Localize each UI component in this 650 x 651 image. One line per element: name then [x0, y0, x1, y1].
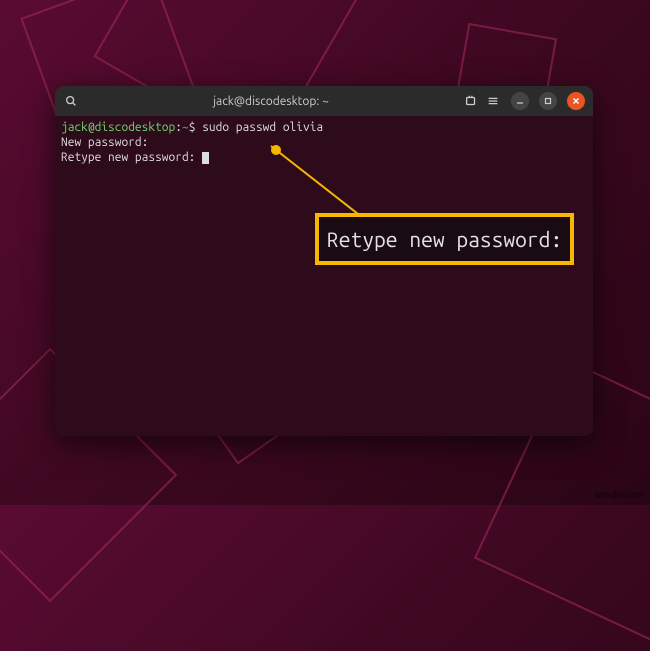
watermark: wsxdn.com	[594, 490, 644, 501]
search-icon[interactable]	[63, 93, 79, 109]
prompt-dollar: $	[189, 121, 196, 134]
callout-dot	[271, 145, 281, 155]
prompt-colon: :	[175, 121, 182, 134]
prompt-path: ~	[182, 121, 189, 134]
terminal-line: Retype new password:	[61, 150, 587, 165]
terminal-line: New password:	[61, 135, 587, 150]
maximize-button[interactable]	[539, 92, 557, 110]
terminal-body[interactable]: jack@discodesktop:~$ sudo passwd olivia …	[55, 116, 593, 436]
callout-text: Retype new password:	[327, 227, 562, 251]
window-title: jack@discodesktop: ~	[85, 95, 457, 108]
hamburger-menu-icon[interactable]	[485, 93, 501, 109]
callout-box: Retype new password:	[315, 213, 574, 265]
cursor-icon	[202, 152, 209, 164]
terminal-output: Retype new password:	[61, 151, 195, 164]
close-button[interactable]	[567, 92, 585, 110]
titlebar: jack@discodesktop: ~	[55, 86, 593, 116]
minimize-button[interactable]	[511, 92, 529, 110]
new-tab-icon[interactable]	[463, 93, 479, 109]
terminal-line: jack@discodesktop:~$ sudo passwd olivia	[61, 120, 587, 135]
terminal-command: sudo passwd olivia	[202, 121, 323, 134]
terminal-output: New password:	[61, 136, 148, 149]
prompt-user-host: jack@discodesktop	[61, 121, 175, 134]
